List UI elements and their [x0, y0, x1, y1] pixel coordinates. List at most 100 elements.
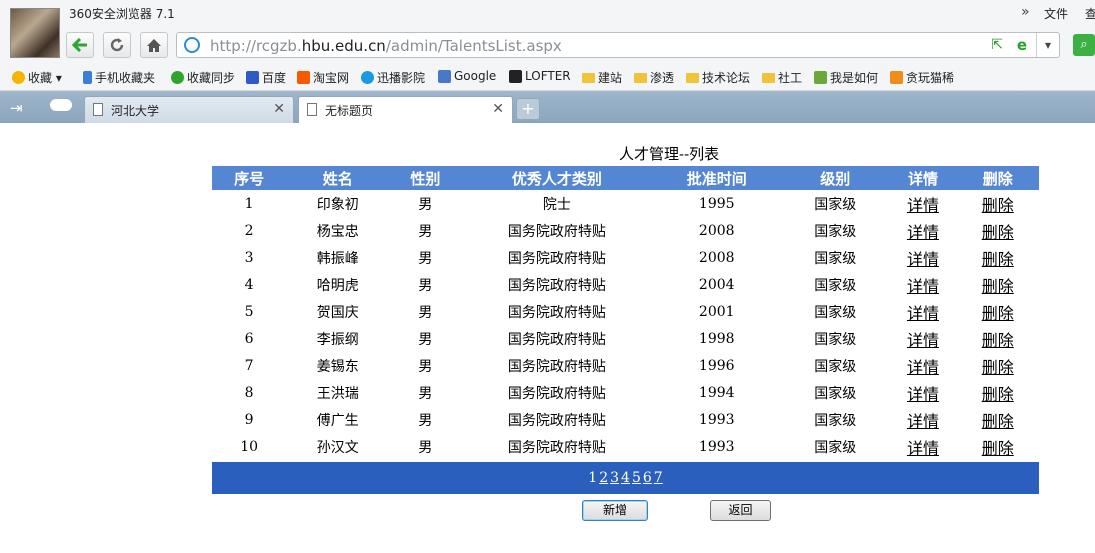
bookmark-item[interactable]: 我是如何 — [814, 69, 878, 86]
table-cell: 国务院政府特贴 — [507, 358, 606, 375]
refresh-icon — [110, 38, 124, 52]
back-button[interactable]: 返回 — [710, 500, 771, 521]
detail-link[interactable]: 详情 — [907, 223, 939, 242]
avatar[interactable] — [10, 8, 60, 58]
bookmark-item[interactable]: Google — [438, 69, 496, 83]
delete-link[interactable]: 删除 — [982, 439, 1014, 458]
delete-link[interactable]: 删除 — [982, 385, 1014, 404]
detail-link[interactable]: 详情 — [907, 304, 939, 323]
delete-link[interactable]: 删除 — [982, 223, 1014, 242]
bookmark-item[interactable]: LOFTER — [509, 69, 571, 83]
menu-expand-icon[interactable]: » — [1021, 4, 1030, 20]
table-cell: 国家级 — [814, 385, 857, 402]
bookmark-item[interactable]: 收藏同步 — [171, 69, 235, 86]
address-bar[interactable]: http://rcgzb.hbu.edu.cn/admin/TalentsLis… — [176, 32, 1060, 58]
pager: 1234567 — [212, 462, 1039, 494]
table-cell: 详情 — [889, 379, 956, 406]
page-link[interactable]: 3 — [610, 470, 619, 486]
close-icon[interactable]: ✕ — [492, 101, 504, 117]
delete-link[interactable]: 删除 — [982, 277, 1014, 296]
page-link[interactable]: 4 — [621, 470, 630, 486]
tab-untitled-active[interactable]: 无标题页 ✕ — [298, 96, 513, 123]
address-dropdown-button[interactable]: ▾ — [1036, 33, 1059, 57]
table-cell: 删除 — [956, 244, 1039, 271]
page-current: 1 — [588, 470, 598, 486]
table-cell: 6 — [244, 330, 254, 347]
table-row: 4 哈明虎 男 国务院政府特贴 2004 国家级 详情 删除 — [212, 271, 1039, 298]
search-button[interactable]: ⌕ — [1073, 34, 1095, 56]
table-cell: 男 — [418, 304, 433, 321]
sidebar-toggle-icon[interactable]: ⇥ — [10, 99, 23, 117]
search-icon: ⌕ — [1080, 37, 1088, 52]
page-icon — [93, 103, 103, 116]
detail-link[interactable]: 详情 — [907, 385, 939, 404]
tab-hebei-university[interactable]: 河北大学 ✕ — [84, 96, 294, 123]
bookmark-item[interactable]: 手机收藏夹 — [83, 69, 155, 86]
bookmark-item[interactable]: 百度 — [246, 69, 286, 86]
bookmark-folder[interactable]: 技术论坛 — [686, 69, 750, 86]
table-cell: 3 — [244, 249, 254, 266]
home-button[interactable] — [140, 32, 168, 58]
table-cell: 7 — [244, 357, 254, 374]
compat-mode-icon[interactable]: e — [1017, 36, 1027, 54]
delete-link[interactable]: 删除 — [982, 196, 1014, 215]
bookmark-folder[interactable]: 渗透 — [634, 69, 674, 86]
delete-link[interactable]: 删除 — [982, 304, 1014, 323]
delete-link[interactable]: 删除 — [982, 250, 1014, 269]
table-cell: 贺国庆 — [316, 304, 359, 321]
table-cell: 男 — [418, 412, 433, 429]
detail-link[interactable]: 详情 — [907, 439, 939, 458]
table-cell: 国务院政府特贴 — [507, 304, 606, 321]
phone-icon — [83, 71, 92, 84]
page-link[interactable]: 2 — [599, 470, 608, 486]
table-cell: 印象初 — [316, 196, 359, 213]
bookmark-item[interactable]: 淘宝网 — [297, 69, 349, 86]
refresh-button[interactable] — [103, 32, 131, 58]
taobao-icon — [297, 71, 310, 84]
delete-link[interactable]: 删除 — [982, 358, 1014, 377]
page-link[interactable]: 5 — [632, 470, 641, 486]
baidu-icon — [246, 71, 259, 84]
detail-link[interactable]: 详情 — [907, 331, 939, 350]
share-icon[interactable]: ⇱ — [991, 37, 1003, 53]
table-row: 2 杨宝忠 男 国务院政府特贴 2008 国家级 详情 删除 — [212, 217, 1039, 244]
menu-file[interactable]: 文件 — [1044, 5, 1068, 22]
table-cell: 5 — [244, 303, 254, 320]
folder-icon — [634, 72, 647, 83]
delete-link[interactable]: 删除 — [982, 412, 1014, 431]
f-icon — [814, 71, 827, 84]
bookmark-item[interactable]: 贪玩猫稀 — [890, 69, 954, 86]
table-cell: 删除 — [956, 325, 1039, 352]
table-cell: 详情 — [889, 217, 956, 244]
bookmark-favorites[interactable]: 收藏 ▾ — [12, 69, 62, 86]
star-icon — [12, 71, 25, 84]
detail-link[interactable]: 详情 — [907, 277, 939, 296]
new-tab-button[interactable]: + — [516, 98, 540, 120]
bookmark-folder[interactable]: 社工 — [762, 69, 802, 86]
bookmark-folder[interactable]: 建站 — [582, 69, 622, 86]
table-cell: 1998 — [698, 330, 735, 347]
table-cell: 杨宝忠 — [316, 223, 359, 240]
table-cell: 1993 — [698, 438, 735, 455]
table-cell: 国务院政府特贴 — [507, 250, 606, 267]
menu-view[interactable]: 查 — [1085, 5, 1095, 22]
back-button[interactable] — [66, 32, 94, 58]
page-link[interactable]: 6 — [643, 470, 652, 486]
table-cell: 国家级 — [814, 439, 857, 456]
table-cell: 国务院政府特贴 — [507, 331, 606, 348]
page-link[interactable]: 7 — [654, 470, 663, 486]
add-button[interactable]: 新增 — [582, 500, 648, 521]
folder-icon — [582, 72, 595, 83]
url-text[interactable]: http://rcgzb.hbu.edu.cn/admin/TalentsLis… — [210, 37, 562, 55]
close-icon[interactable]: ✕ — [273, 101, 285, 117]
col-header: 批准时间 — [652, 166, 782, 190]
table-row: 1 印象初 男 院士 1995 国家级 详情 删除 — [212, 190, 1039, 217]
bookmark-item[interactable]: 迅播影院 — [361, 69, 425, 86]
detail-link[interactable]: 详情 — [907, 412, 939, 431]
detail-link[interactable]: 详情 — [907, 358, 939, 377]
delete-link[interactable]: 删除 — [982, 331, 1014, 350]
detail-link[interactable]: 详情 — [907, 196, 939, 215]
cloud-icon[interactable] — [50, 99, 72, 111]
detail-link[interactable]: 详情 — [907, 250, 939, 269]
lofter-icon — [509, 69, 522, 83]
